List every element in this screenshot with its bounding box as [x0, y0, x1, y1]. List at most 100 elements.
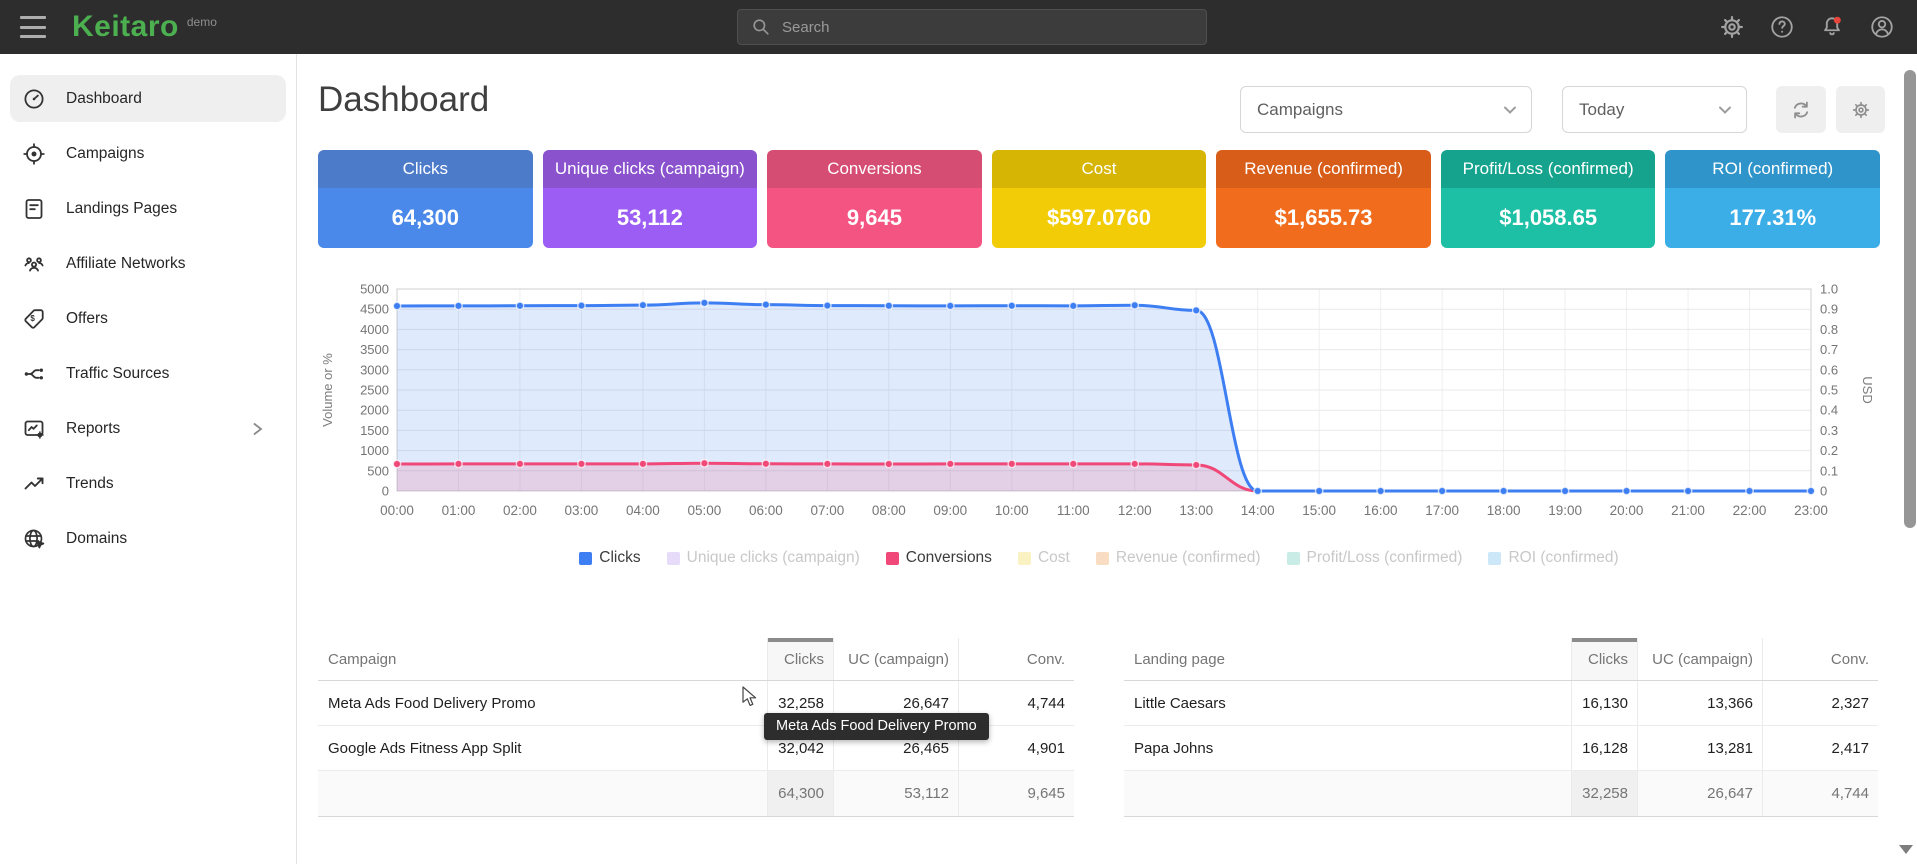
sidebar-item-label: Dashboard — [66, 90, 142, 108]
svg-text:22:00: 22:00 — [1733, 503, 1767, 518]
totals-empty-cell — [1124, 771, 1571, 816]
search-input[interactable] — [782, 19, 1206, 36]
svg-text:0.4: 0.4 — [1820, 403, 1838, 418]
settings-icon[interactable] — [1719, 14, 1745, 40]
legend-swatch — [1488, 552, 1501, 565]
totals-conv-cell: 4,744 — [1762, 771, 1878, 816]
legend-swatch — [1287, 552, 1300, 565]
dashboard-line-chart[interactable]: 00:0001:0002:0003:0004:0005:0006:0007:00… — [318, 268, 1880, 530]
sidebar-item-offers[interactable]: $ Offers — [10, 295, 286, 342]
legend-label: ROI (confirmed) — [1508, 549, 1618, 567]
svg-text:16:00: 16:00 — [1364, 503, 1398, 518]
svg-text:14:00: 14:00 — [1241, 503, 1275, 518]
sidebar-item-label: Landings Pages — [66, 200, 177, 218]
dashboard-icon — [22, 87, 46, 111]
legend-label: Clicks — [599, 549, 640, 567]
svg-text:18:00: 18:00 — [1487, 503, 1521, 518]
legend-label: Unique clicks (campaign) — [687, 549, 860, 567]
legend-item-conversions[interactable]: Conversions — [886, 549, 992, 567]
totals-clicks-cell: 32,258 — [1571, 771, 1637, 816]
campaigns-filter-select[interactable]: Campaigns — [1240, 86, 1532, 133]
notifications-icon[interactable] — [1819, 14, 1845, 40]
campaign-name-cell[interactable]: Google Ads Fitness App Split — [318, 726, 767, 770]
landing-page-name-cell[interactable]: Papa Johns — [1124, 726, 1571, 770]
legend-item-clicks[interactable]: Clicks — [579, 549, 640, 567]
keitaro-dashboard-app: Keitaro demo — [0, 0, 1917, 864]
date-range-select[interactable]: Today — [1562, 86, 1747, 133]
column-header-clicks[interactable]: Clicks — [1571, 638, 1637, 680]
column-header-clicks[interactable]: Clicks — [767, 638, 833, 680]
scrollbar-thumb[interactable] — [1904, 70, 1916, 528]
campaign-name-cell[interactable]: Meta Ads Food Delivery Promo — [318, 681, 767, 725]
legend-swatch — [667, 552, 680, 565]
chevron-down-icon — [1714, 99, 1736, 121]
svg-text:11:00: 11:00 — [1057, 503, 1090, 518]
brand-logo[interactable]: Keitaro demo — [72, 8, 217, 46]
legend-item-profit-loss-confirmed[interactable]: Profit/Loss (confirmed) — [1287, 549, 1463, 567]
svg-text:4000: 4000 — [360, 322, 389, 337]
brand-demo-badge: demo — [187, 15, 217, 29]
traffic-sources-icon — [22, 362, 46, 386]
totals-uc-cell: 53,112 — [833, 771, 958, 816]
totals-clicks-cell: 64,300 — [767, 771, 833, 816]
svg-text:Volume or %: Volume or % — [320, 353, 335, 427]
legend-item-cost[interactable]: Cost — [1018, 549, 1070, 567]
sidebar-item-label: Traffic Sources — [66, 365, 169, 383]
totals-uc-cell: 26,647 — [1637, 771, 1762, 816]
notification-badge — [1834, 17, 1841, 24]
sidebar-item-dashboard[interactable]: Dashboard — [10, 75, 286, 122]
svg-text:0: 0 — [1820, 484, 1827, 499]
sidebar-item-trends[interactable]: Trends — [10, 460, 286, 507]
refresh-icon — [1790, 99, 1812, 121]
svg-text:03:00: 03:00 — [565, 503, 599, 518]
search-bar[interactable] — [737, 9, 1207, 45]
svg-text:05:00: 05:00 — [687, 503, 721, 518]
sidebar-item-domains[interactable]: Domains — [10, 515, 286, 562]
sidebar-item-reports[interactable]: Reports — [10, 405, 286, 452]
sidebar-item-label: Trends — [66, 475, 114, 493]
sidebar-item-label: Domains — [66, 530, 127, 548]
clicks-cell: 16,128 — [1571, 726, 1637, 770]
metric-card-cost: Cost$597.0760 — [992, 150, 1207, 248]
landings-pages-icon — [22, 197, 46, 221]
sidebar-item-campaigns[interactable]: Campaigns — [10, 130, 286, 177]
conv-cell: 2,417 — [1762, 726, 1878, 770]
scroll-down-arrow[interactable] — [1899, 845, 1913, 854]
legend-item-revenue-confirmed[interactable]: Revenue (confirmed) — [1096, 549, 1261, 567]
refresh-button[interactable] — [1776, 86, 1826, 133]
column-header-uc-campaign[interactable]: UC (campaign) — [1637, 638, 1762, 680]
totals-empty-cell — [318, 771, 767, 816]
svg-text:10:00: 10:00 — [995, 503, 1029, 518]
svg-text:0.3: 0.3 — [1820, 423, 1838, 438]
chart-legend: Clicks Unique clicks (campaign) Conversion… — [318, 549, 1880, 567]
column-header-uc-campaign[interactable]: UC (campaign) — [833, 638, 958, 680]
svg-text:0.5: 0.5 — [1820, 383, 1838, 398]
uc-cell: 13,281 — [1637, 726, 1762, 770]
landing-page-name-cell[interactable]: Little Caesars — [1124, 681, 1571, 725]
table-header-row: Landing page Clicks UC (campaign) Conv. — [1124, 638, 1878, 681]
column-header-landing-page[interactable]: Landing page — [1124, 638, 1571, 680]
sidebar-item-landings-pages[interactable]: Landings Pages — [10, 185, 286, 232]
legend-item-unique-clicks-campaign[interactable]: Unique clicks (campaign) — [667, 549, 860, 567]
column-header-conv[interactable]: Conv. — [958, 638, 1074, 680]
svg-text:19:00: 19:00 — [1548, 503, 1582, 518]
sidebar-item-label: Campaigns — [66, 145, 144, 163]
legend-swatch — [1018, 552, 1031, 565]
column-header-campaign[interactable]: Campaign — [318, 638, 767, 680]
legend-label: Conversions — [906, 549, 992, 567]
metric-card-value: $1,655.73 — [1216, 188, 1431, 248]
landing-pages-table: Landing page Clicks UC (campaign) Conv. … — [1124, 638, 1878, 817]
legend-item-roi-confirmed[interactable]: ROI (confirmed) — [1488, 549, 1618, 567]
svg-text:04:00: 04:00 — [626, 503, 660, 518]
menu-icon[interactable] — [20, 16, 46, 38]
svg-text:2000: 2000 — [360, 403, 389, 418]
svg-text:2500: 2500 — [360, 383, 389, 398]
domains-icon — [22, 527, 46, 551]
sidebar-item-affiliate-networks[interactable]: Affiliate Networks — [10, 240, 286, 287]
account-icon[interactable] — [1869, 14, 1895, 40]
help-icon[interactable] — [1769, 14, 1795, 40]
dashboard-settings-button[interactable] — [1836, 86, 1885, 133]
svg-text:0.2: 0.2 — [1820, 443, 1838, 458]
column-header-conv[interactable]: Conv. — [1762, 638, 1878, 680]
sidebar-item-traffic-sources[interactable]: Traffic Sources — [10, 350, 286, 397]
